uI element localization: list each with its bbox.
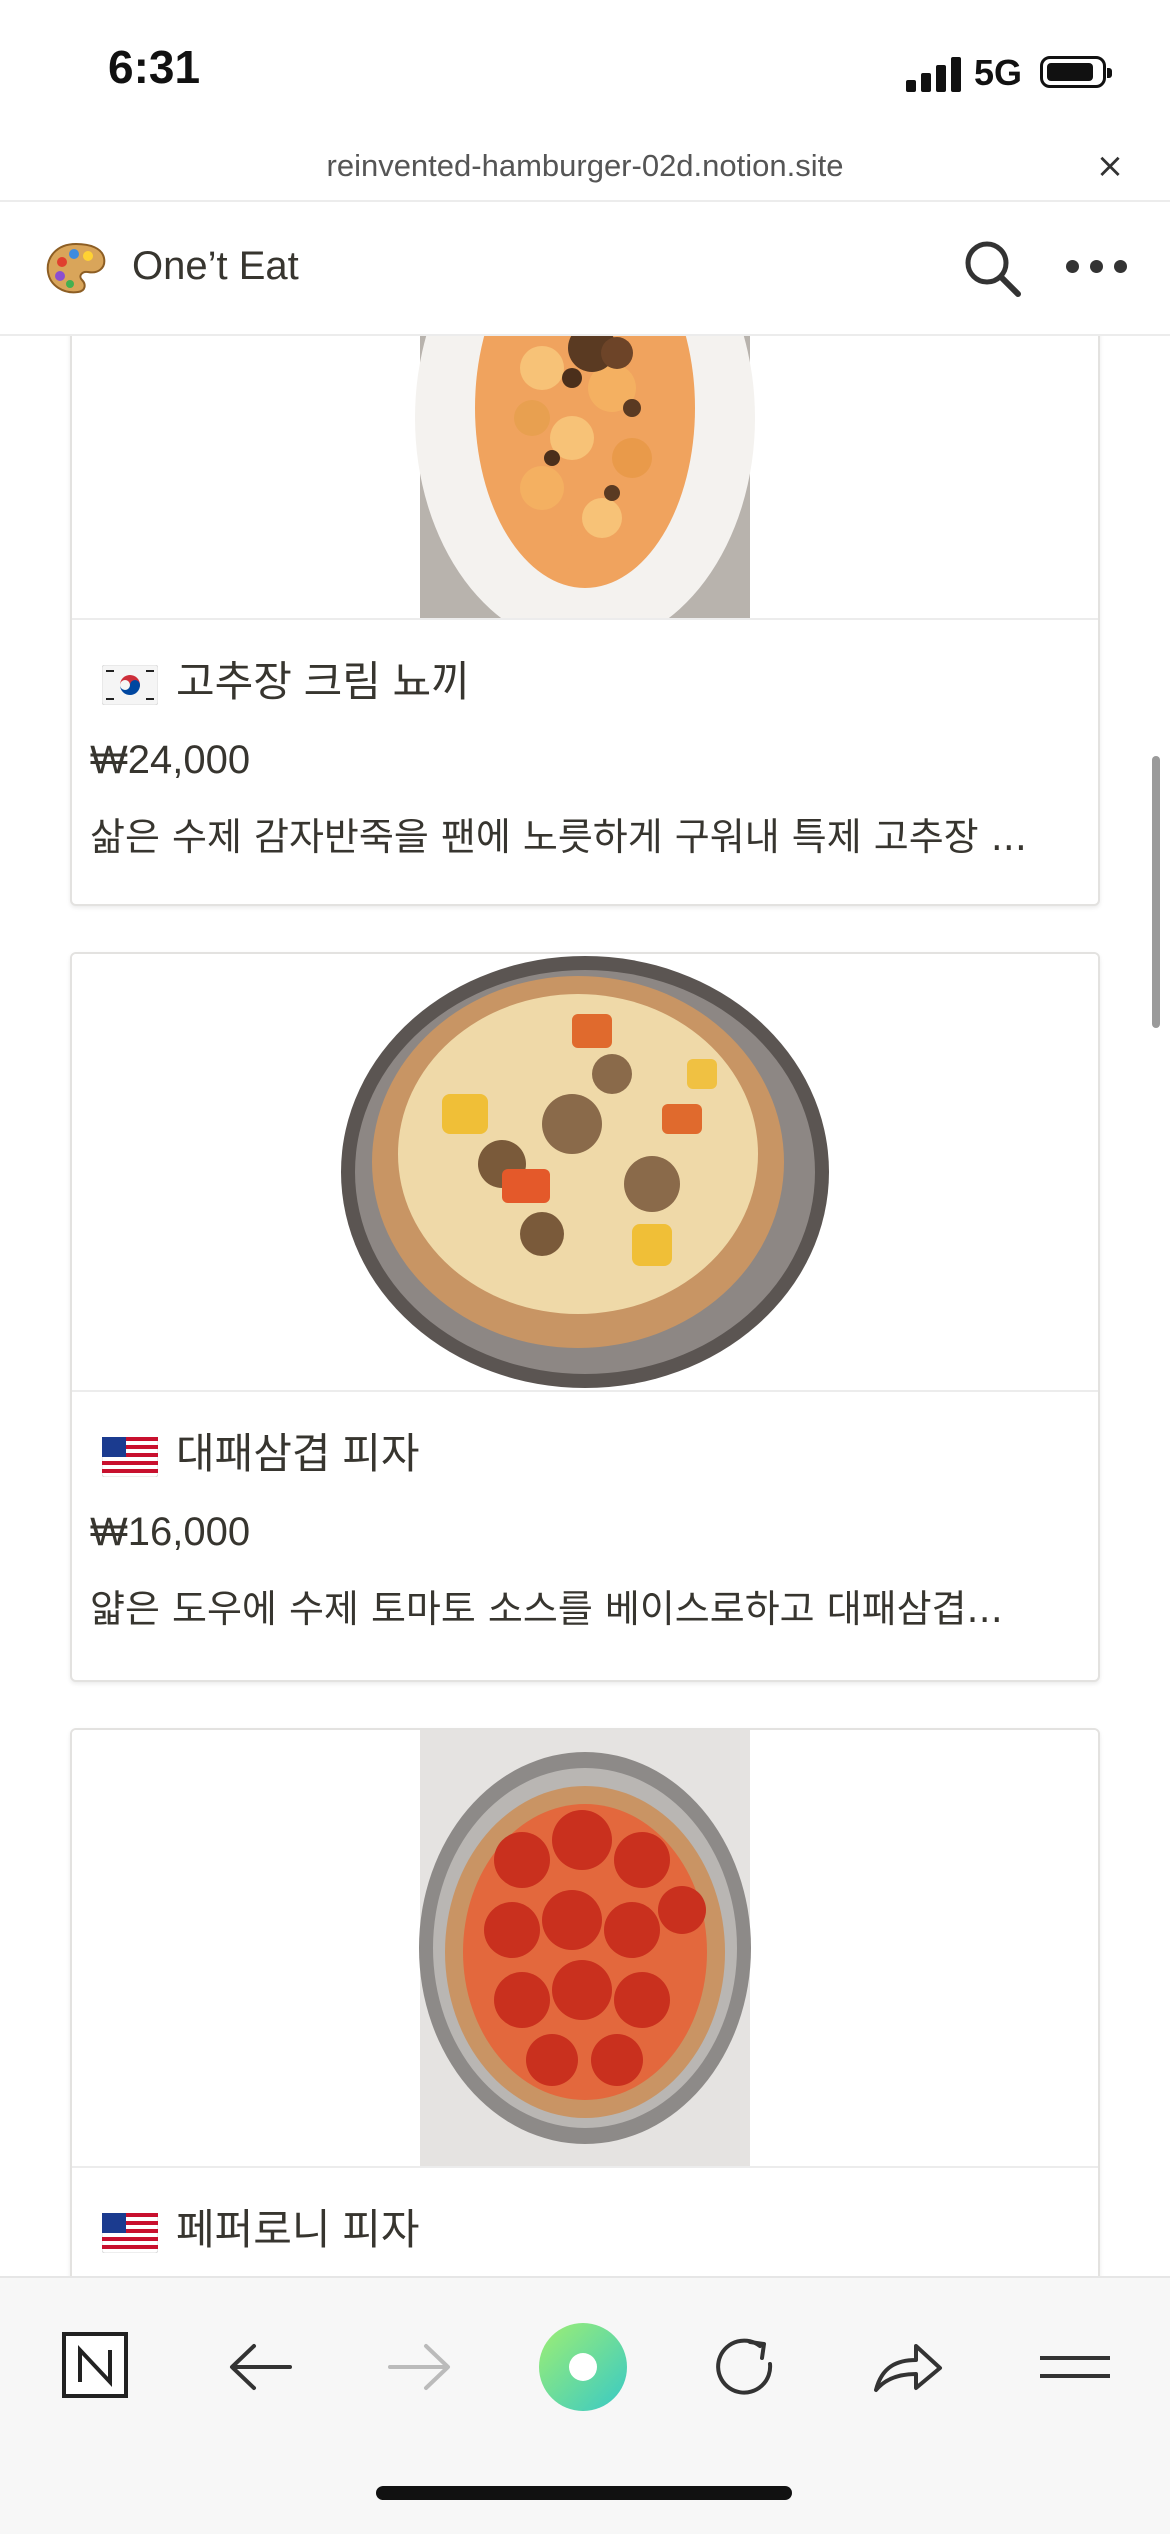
battery-icon — [1040, 56, 1112, 88]
reload-icon[interactable] — [700, 2322, 790, 2412]
korea-flag-icon — [102, 664, 158, 705]
gallery-card[interactable]: 페퍼로니 피자 — [70, 1728, 1100, 2276]
usa-flag-icon — [102, 2212, 158, 2253]
close-icon[interactable]: × — [1092, 148, 1128, 184]
pizza-image — [341, 956, 829, 1388]
search-icon[interactable] — [960, 236, 1024, 300]
signal-icon — [906, 56, 962, 92]
pepperoni-pizza-image — [419, 1730, 751, 2166]
network-label: 5G — [974, 52, 1023, 93]
card-title: 대패삼겹 피자 — [102, 1420, 420, 1481]
site-header: One’t Eat — [0, 202, 1170, 336]
menu-icon[interactable] — [1030, 2322, 1120, 2412]
site-title[interactable]: One’t Eat — [132, 244, 299, 289]
card-price: ₩24,000 — [90, 738, 251, 782]
notion-icon[interactable] — [50, 2322, 140, 2412]
card-price: ₩16,000 — [90, 1510, 251, 1554]
card-description: 삶은 수제 감자반죽을 팬에 노릇하게 구워내 특제 고추장 ... — [90, 815, 1027, 859]
card-image — [72, 336, 1098, 620]
share-icon[interactable] — [862, 2322, 952, 2412]
more-icon[interactable] — [1066, 260, 1128, 276]
status-time: 6:31 — [108, 41, 201, 93]
card-name: 페퍼로니 피자 — [176, 2206, 420, 2253]
url-text[interactable]: reinvented-hamburger-02d.notion.site — [0, 148, 1170, 184]
notion-ai-icon[interactable] — [538, 2322, 628, 2412]
forward-icon — [388, 2344, 450, 2390]
card-name: 대패삼겹 피자 — [176, 1430, 420, 1477]
usa-flag-icon — [102, 1436, 158, 1477]
gallery-card[interactable]: 고추장 크림 뇨끼 ₩24,000 삶은 수제 감자반죽을 팬에 노릇하게 구워… — [70, 336, 1100, 906]
back-icon[interactable] — [214, 2322, 304, 2412]
card-description: 얇은 도우에 수제 토마토 소스를 베이스로하고 대패삼겹... — [90, 1587, 1003, 1631]
status-bar: 6:31 5G — [0, 0, 1170, 140]
card-title: 페퍼로니 피자 — [102, 2196, 420, 2257]
card-image — [72, 954, 1098, 1392]
browser-url-bar: reinvented-hamburger-02d.notion.site × — [0, 140, 1170, 202]
card-title: 고추장 크림 뇨끼 — [102, 648, 470, 709]
card-image — [72, 1730, 1098, 2168]
palette-icon — [46, 242, 106, 294]
card-name: 고추장 크림 뇨끼 — [176, 658, 470, 705]
gallery-card[interactable]: 대패삼겹 피자 ₩16,000 얇은 도우에 수제 토마토 소스를 베이스로하고… — [70, 952, 1100, 1682]
gnocchi-image — [415, 336, 755, 618]
gallery: 고추장 크림 뇨끼 ₩24,000 삶은 수제 감자반죽을 팬에 노릇하게 구워… — [0, 336, 1170, 2276]
scrollbar[interactable] — [1152, 756, 1160, 1028]
home-indicator[interactable] — [376, 2486, 792, 2500]
